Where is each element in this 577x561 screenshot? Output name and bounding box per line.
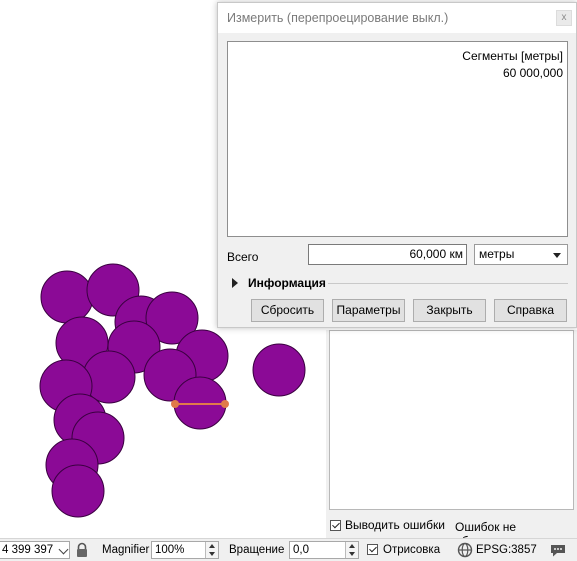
dropdown-arrow-icon xyxy=(553,253,561,258)
measure-dialog: Измерить (перепроецирование выкл.) x Сег… xyxy=(217,2,577,328)
show-errors-label: Выводить ошибки xyxy=(345,518,445,532)
measure-vertex xyxy=(221,400,229,408)
coordinate-field[interactable]: 4 399 397 xyxy=(0,541,70,559)
segment-row[interactable]: 60 000,000 xyxy=(503,66,563,80)
params-button[interactable]: Параметры xyxy=(332,299,405,322)
render-label: Отрисовка xyxy=(383,544,441,556)
errors-panel: Выводить ошибки Ошибок не обнаружено xyxy=(326,330,577,548)
magnifier-label: Magnifier xyxy=(102,544,150,556)
status-bar: 4 399 397 Magnifier 100% Вращение 0,0 От… xyxy=(0,538,577,561)
info-label: Информация xyxy=(248,276,326,290)
map-feature-circle[interactable] xyxy=(40,270,94,324)
units-select[interactable]: метры xyxy=(474,244,568,265)
info-divider xyxy=(328,283,568,284)
magnifier-spinner[interactable] xyxy=(205,542,218,558)
lock-icon[interactable] xyxy=(75,542,89,558)
magnifier-value: 100% xyxy=(155,544,185,556)
map-feature-circle[interactable] xyxy=(51,464,105,518)
map-feature-circle[interactable] xyxy=(252,343,306,397)
measure-vertex xyxy=(171,400,179,408)
rotation-input[interactable]: 0,0 xyxy=(289,541,359,559)
errors-list[interactable] xyxy=(329,330,574,510)
show-errors-option[interactable]: Выводить ошибки xyxy=(330,518,445,532)
segments-table[interactable]: Сегменты [метры] 60 000,000 xyxy=(227,41,568,237)
show-errors-checkbox[interactable] xyxy=(330,519,341,531)
rotation-label: Вращение xyxy=(229,544,285,556)
dialog-titlebar[interactable]: Измерить (перепроецирование выкл.) x xyxy=(218,3,576,33)
chevron-down-icon xyxy=(58,544,69,555)
globe-icon[interactable] xyxy=(457,542,473,558)
close-button[interactable]: Закрыть xyxy=(413,299,486,322)
dialog-title: Измерить (перепроецирование выкл.) xyxy=(227,11,449,25)
info-section-toggle[interactable]: Информация xyxy=(232,276,568,290)
magnifier-input[interactable]: 100% xyxy=(151,541,219,559)
rotation-value: 0,0 xyxy=(293,544,309,556)
expand-arrow-icon[interactable] xyxy=(232,278,238,288)
crs-label[interactable]: EPSG:3857 xyxy=(476,544,537,556)
total-value-field[interactable]: 60,000 км xyxy=(308,244,467,265)
render-checkbox[interactable] xyxy=(367,544,378,555)
segments-header: Сегменты [метры] xyxy=(462,49,563,63)
close-icon[interactable]: x xyxy=(556,10,572,26)
message-icon[interactable] xyxy=(549,542,567,558)
reset-button[interactable]: Сбросить xyxy=(251,299,324,322)
total-label: Всего xyxy=(227,250,259,264)
help-button[interactable]: Справка xyxy=(494,299,567,322)
rotation-spinner[interactable] xyxy=(345,542,358,558)
units-value: метры xyxy=(479,247,515,261)
coordinate-value: 4 399 397 xyxy=(2,544,54,556)
